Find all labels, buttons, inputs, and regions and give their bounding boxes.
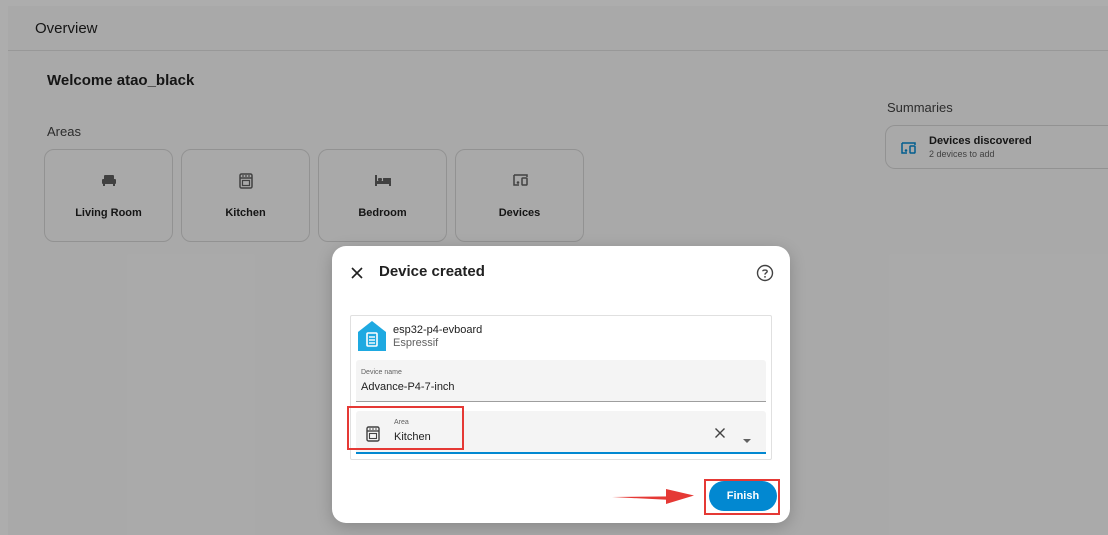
device-name-field[interactable]: Device name Advance-P4-7-inch [356,360,766,402]
close-icon[interactable] [350,266,364,280]
annotation-arrow [612,489,694,504]
finish-highlight-box [704,479,780,515]
device-name-value: Advance-P4-7-inch [361,381,455,393]
area-highlight-box [347,406,464,450]
clear-icon[interactable] [714,426,726,444]
device-manufacturer: Espressif [393,337,439,349]
dialog-title: Device created [379,263,485,280]
help-icon[interactable] [756,264,774,282]
device-name-label: Device name [361,369,402,376]
dropdown-arrow-icon[interactable] [743,431,751,449]
espressif-device-icon [357,320,387,352]
device-model: esp32-p4-evboard [393,324,483,336]
